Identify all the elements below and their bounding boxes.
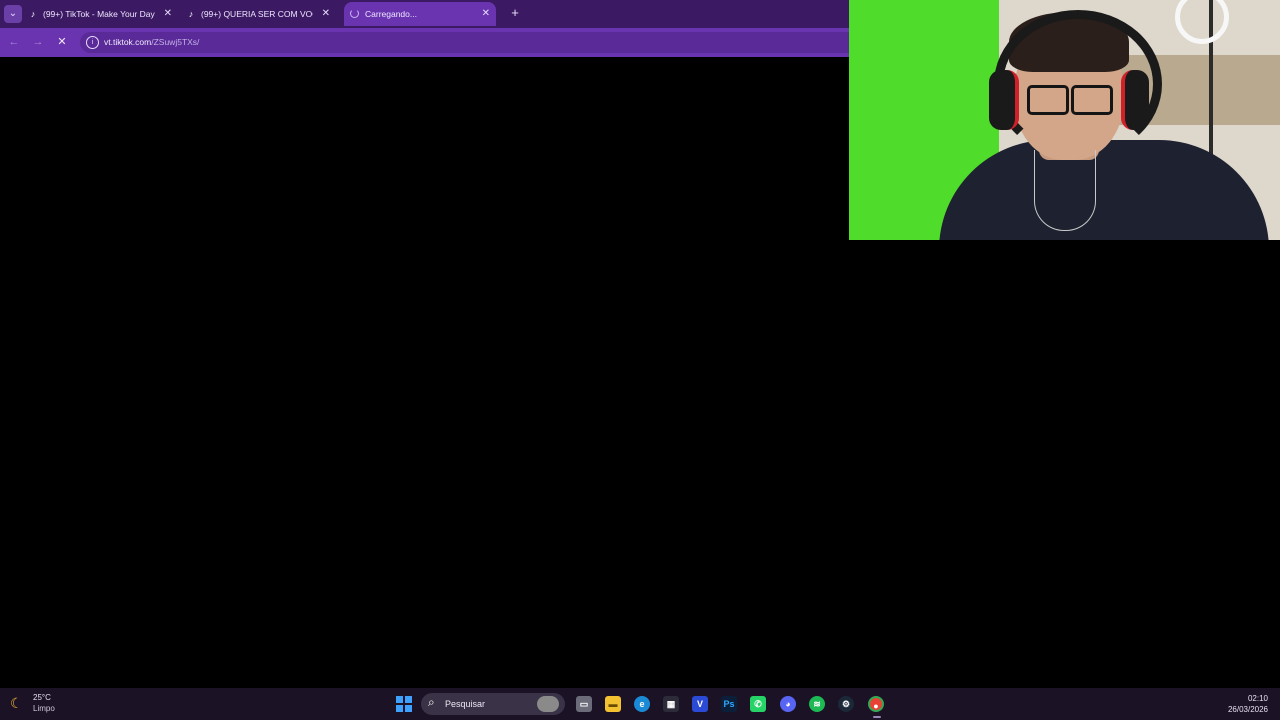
page-content-loading	[0, 57, 850, 688]
store-icon[interactable]: ▦	[663, 696, 679, 712]
windows-taskbar: ☾ 25°C Limpo ⌕ Pesquisar ▭ ▬ e ▦ V Ps ✆ …	[0, 688, 1280, 720]
windows-start-icon[interactable]	[396, 696, 412, 712]
taskbar-search-box[interactable]: ⌕ Pesquisar	[421, 693, 565, 715]
webcam-overlay	[849, 0, 1280, 240]
edge-icon[interactable]: e	[634, 696, 650, 712]
stop-loading-icon[interactable]: ✕	[54, 34, 70, 50]
close-tab-icon[interactable]: ✕	[164, 2, 172, 26]
tab-tiktok-video[interactable]: ♪ (99+) QUERIA SER COM VOCÊ ✕	[186, 2, 336, 26]
browser-tab-strip: ⌄ ♪ (99+) TikTok - Make Your Day ✕ ♪ (99+)…	[0, 0, 850, 28]
close-tab-icon[interactable]: ✕	[322, 2, 330, 26]
tiktok-icon: ♪	[30, 9, 36, 19]
tab-loading[interactable]: Carregando... ✕	[344, 2, 496, 26]
back-arrow-icon[interactable]: ←	[6, 34, 22, 50]
search-highlight-icon	[537, 696, 559, 712]
photoshop-icon[interactable]: Ps	[721, 696, 737, 712]
steam-icon[interactable]: ⚙	[838, 696, 854, 712]
tab-search-chevron-icon[interactable]: ⌄	[4, 5, 22, 23]
discord-icon[interactable]: ◕	[780, 696, 796, 712]
moon-icon: ☾	[10, 695, 23, 711]
tab-tiktok-home[interactable]: ♪ (99+) TikTok - Make Your Day ✕	[28, 2, 178, 26]
address-bar[interactable]: i vt.tiktok.com/ZSuwj5TXs/	[80, 32, 850, 53]
forward-arrow-icon[interactable]: →	[30, 34, 46, 50]
spotify-icon[interactable]: ≋	[809, 696, 825, 712]
v-app-icon[interactable]: V	[692, 696, 708, 712]
system-clock[interactable]: 02:10 26/03/2026	[1228, 693, 1268, 715]
url-text[interactable]: vt.tiktok.com/ZSuwj5TXs/	[104, 32, 199, 53]
site-info-icon[interactable]: i	[86, 36, 99, 49]
chrome-icon[interactable]: ●	[868, 696, 884, 712]
close-tab-icon[interactable]: ✕	[482, 2, 490, 26]
active-app-indicator	[873, 716, 881, 718]
search-icon: ⌕	[428, 695, 435, 709]
file-explorer-icon[interactable]: ▭	[576, 696, 592, 712]
folder-icon[interactable]: ▬	[605, 696, 621, 712]
new-tab-button[interactable]: +	[506, 4, 524, 22]
loading-spinner-icon	[350, 9, 359, 18]
tiktok-icon: ♪	[188, 9, 194, 19]
browser-toolbar: ← → ✕ i vt.tiktok.com/ZSuwj5TXs/	[0, 28, 850, 57]
whatsapp-icon[interactable]: ✆	[750, 696, 766, 712]
